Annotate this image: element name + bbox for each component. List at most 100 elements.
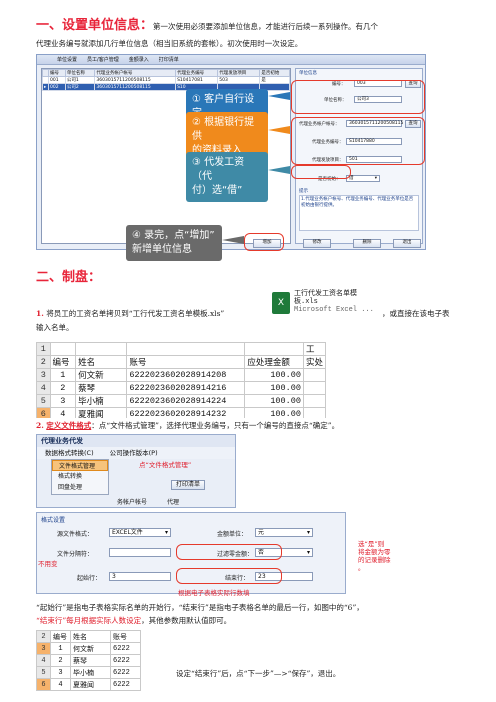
header-cell: 编号	[50, 630, 71, 643]
file-format-label: 源文件格式：	[57, 531, 94, 538]
step1-num: 1.	[36, 309, 44, 318]
final-note: 设定“结束行”后，点“下一步”—>“保存”，退出。	[176, 669, 341, 678]
row-number: 1	[36, 342, 51, 356]
separator-label: 文件分隔符：	[57, 551, 94, 558]
callout-4: ④ 录完，点“增加” 新增单位信息	[126, 225, 222, 261]
explain-rest: ，其他参数用默认值即可。	[141, 616, 232, 625]
section2-heading: 二、制盘：	[36, 270, 102, 285]
cell: 4	[49, 407, 77, 418]
print-list-button[interactable]: 打印清单	[171, 480, 205, 490]
header-cell: 实处	[302, 355, 326, 369]
menu-item-format-convert[interactable]: 格式转换	[52, 471, 108, 482]
row-number: 2	[36, 355, 51, 369]
cell: 毕小楠	[75, 394, 128, 408]
explain-line1: “起始行”是指电子表格实际名单的开始行，“结束行”是指电子表格名单的最后一行，如…	[36, 603, 364, 612]
explain-red: “结束行”每月根据实际人数设定	[36, 616, 142, 625]
cell: 4	[50, 678, 71, 691]
cell: 100.00	[244, 381, 304, 395]
cell: 蔡琴	[75, 381, 128, 395]
menu-item-return[interactable]: 回盘处理	[52, 482, 108, 493]
col-tail-0: 务帐户帐号	[117, 499, 148, 506]
start-row-label: 起始行：	[77, 575, 102, 582]
callout-3: ③ 代发工资（代 付）选“借”	[186, 152, 268, 202]
cell: 100.00	[244, 407, 304, 418]
annot-filter-4: 。	[358, 564, 365, 572]
excel-sheet-1: 1 工 2 编号 姓名 账号 应处理金额 实处 3 1 何文新 62220236…	[36, 342, 326, 418]
table-row: 3 1 何文新 6222023602028914208 100.00	[36, 368, 326, 382]
excel-table-2: 2 编号 姓名 账号 3 1 何文新 6222 4 2 蔡琴 6222 5 3 …	[36, 630, 141, 691]
header-cell: 账号	[126, 355, 246, 369]
arrow-4	[222, 236, 244, 244]
arrow-3	[268, 166, 290, 174]
annot-filter-2: 将金额为零	[358, 548, 391, 556]
xls-icon-ext: 板.xls	[294, 298, 318, 306]
cell: 3	[50, 666, 71, 679]
callout-3-line1: ③ 代发工资（代	[192, 157, 245, 182]
xls-icon-label: 工行代发工资名单模 板.xls Microsoft Excel ...	[294, 290, 374, 314]
callout-3-line2: 付）选“借”	[192, 185, 243, 196]
file-format-select[interactable]: EXCEL文件 ▾	[109, 528, 171, 537]
annot-end-row: 根据电子表格实际行数填	[178, 589, 250, 597]
amount-unit-select[interactable]: 元 ▾	[255, 528, 313, 537]
cell: 6222	[110, 642, 141, 655]
cell: 6222	[110, 654, 141, 667]
header-cell: 应处理金额	[244, 355, 304, 369]
separator-input[interactable]	[109, 548, 171, 557]
step2-num: 2.	[36, 421, 44, 430]
cell: 1	[50, 642, 71, 655]
step2-title: 定义文件格式	[46, 421, 92, 430]
callout-4-line2: 新增单位信息	[132, 244, 192, 255]
menu-bar-title: 代理业务代发	[37, 435, 235, 447]
col-tail-1: 代理	[167, 499, 180, 506]
cell: 夏雅闻	[70, 678, 111, 691]
cell: 工	[302, 342, 326, 356]
highlight-end-row	[176, 568, 282, 584]
row-number: 3	[36, 368, 51, 382]
chevron-down-icon: ▾	[164, 529, 168, 536]
table-row: 4 2 蔡琴 6222	[36, 654, 141, 667]
cell: 100.00	[244, 394, 304, 408]
start-row-input[interactable]: 3	[109, 572, 171, 581]
step1-text-b: ，或直接在该电子表	[382, 309, 450, 318]
cell: 1	[49, 368, 77, 382]
header-cell: 姓名	[75, 355, 128, 369]
cell: 6222023602028914208	[126, 368, 246, 382]
row-number: 5	[36, 666, 51, 679]
step2-text: 2. 定义文件格式：点“文件格式管理”，选择代理业务编号，只有一个编号的直接点“…	[36, 420, 466, 432]
grid-header-fragment: 务帐户帐号 代理	[117, 497, 235, 506]
table-row: 2 编号 姓名 账号	[36, 630, 141, 643]
step1-text-c: 输入名单。	[36, 323, 74, 332]
menu-item-file-format[interactable]: 文件格式管理	[52, 460, 108, 471]
annot-filter-3: 的记录删除	[358, 556, 391, 564]
cell: 2	[50, 654, 71, 667]
excel-table-1: 1 工 2 编号 姓名 账号 应处理金额 实处 3 1 何文新 62220236…	[36, 342, 326, 418]
table-row: 5 3 毕小楠 6222	[36, 666, 141, 679]
menu-screenshot: 代理业务代发 数据格式转换(C) 公司操作版本(P) 文件格式管理 格式转换 回…	[36, 434, 236, 508]
table-row: 5 3 毕小楠 6222023602028914224 100.00	[36, 394, 326, 408]
menu-data-format[interactable]: 数据格式转换(C)	[45, 447, 94, 459]
amount-unit-label: 金额单位：	[217, 531, 248, 538]
xls-icon-app: Microsoft Excel ...	[294, 306, 374, 314]
callout-2-line1: ② 根据银行提供	[192, 117, 255, 142]
table-row: 6 4 夏雅闻 6222	[36, 678, 141, 691]
step1-text-a: 将员工的工资名单拷贝到“工行代发工资名单模板.xls”	[46, 309, 225, 318]
arrow-1	[268, 92, 290, 100]
annot-filter: 选“是”则 将金额为零 的记录删除 。	[358, 540, 418, 572]
xls-file-icon[interactable]: X 工行代发工资名单模 板.xls Microsoft Excel ...	[272, 290, 380, 324]
cell: 3	[49, 394, 77, 408]
step1-text: 1. 将员工的工资名单拷贝到“工行代发工资名单模板.xls”	[36, 308, 276, 320]
xls-icon-title: 工行代发工资名单模	[294, 290, 357, 298]
table-row: 4 2 蔡琴 6222023602028914216 100.00	[36, 381, 326, 395]
cell: 毕小楠	[70, 666, 111, 679]
menu-company-op[interactable]: 公司操作版本(P)	[110, 447, 158, 459]
menu-bar: 数据格式转换(C) 公司操作版本(P)	[37, 447, 235, 459]
header-cell: 编号	[49, 355, 77, 369]
annot-no-change: 不用变	[38, 560, 58, 568]
table-row: 3 1 何文新 6222	[36, 642, 141, 655]
cell: 6222	[110, 666, 141, 679]
file-format-value: EXCEL文件	[112, 529, 143, 536]
cell: 夏雅闻	[75, 407, 128, 418]
row-number: 4	[36, 381, 51, 395]
arrow-2	[268, 126, 290, 134]
cell: 6222	[110, 678, 141, 691]
